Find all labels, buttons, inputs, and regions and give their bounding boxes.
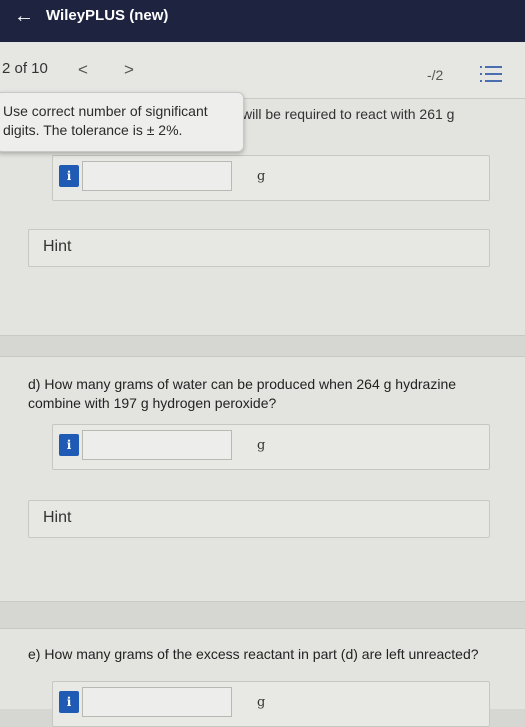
part-e-answer-box: i g	[52, 681, 490, 727]
part-c-question-fragment: will be required to react with 261 g	[242, 106, 455, 122]
question-toolbar: 2 of 10 < > -/2	[0, 42, 525, 98]
previous-question-button[interactable]: <	[78, 60, 88, 80]
part-c-answer-input[interactable]	[82, 161, 232, 191]
list-icon[interactable]	[480, 64, 502, 84]
part-d-answer-input[interactable]	[82, 430, 232, 460]
part-c-hint-button[interactable]: Hint	[28, 229, 490, 267]
hint-label: Hint	[43, 509, 72, 526]
part-e-question: e) How many grams of the excess reactant…	[28, 646, 479, 662]
part-c-answer-box: i g	[52, 155, 490, 201]
info-icon[interactable]: i	[59, 165, 79, 187]
score-display: -/2	[427, 67, 444, 83]
part-d-question: d) How many grams of water can be produc…	[28, 376, 457, 411]
question-counter: 2 of 10	[2, 60, 48, 77]
part-d-unit: g	[257, 438, 266, 453]
part-d-answer-box: i g	[52, 424, 490, 470]
app-title: WileyPLUS (new)	[46, 7, 169, 24]
info-icon[interactable]: i	[59, 434, 79, 456]
part-e-answer-input[interactable]	[82, 687, 232, 717]
next-question-button[interactable]: >	[124, 60, 134, 80]
significant-figures-tooltip: Use correct number of significant digits…	[0, 92, 244, 152]
part-c-unit: g	[257, 169, 266, 184]
part-e-section: e) How many grams of the excess reactant…	[0, 628, 525, 727]
part-d-hint-button[interactable]: Hint	[28, 500, 490, 538]
tooltip-text: Use correct number of significant digits…	[3, 103, 208, 138]
part-d-section: d) How many grams of water can be produc…	[0, 356, 525, 602]
app-header: ← WileyPLUS (new)	[0, 0, 525, 42]
back-arrow-icon[interactable]: ←	[14, 5, 34, 28]
hint-label: Hint	[43, 238, 72, 255]
info-icon[interactable]: i	[59, 691, 79, 713]
part-e-unit: g	[257, 695, 266, 710]
